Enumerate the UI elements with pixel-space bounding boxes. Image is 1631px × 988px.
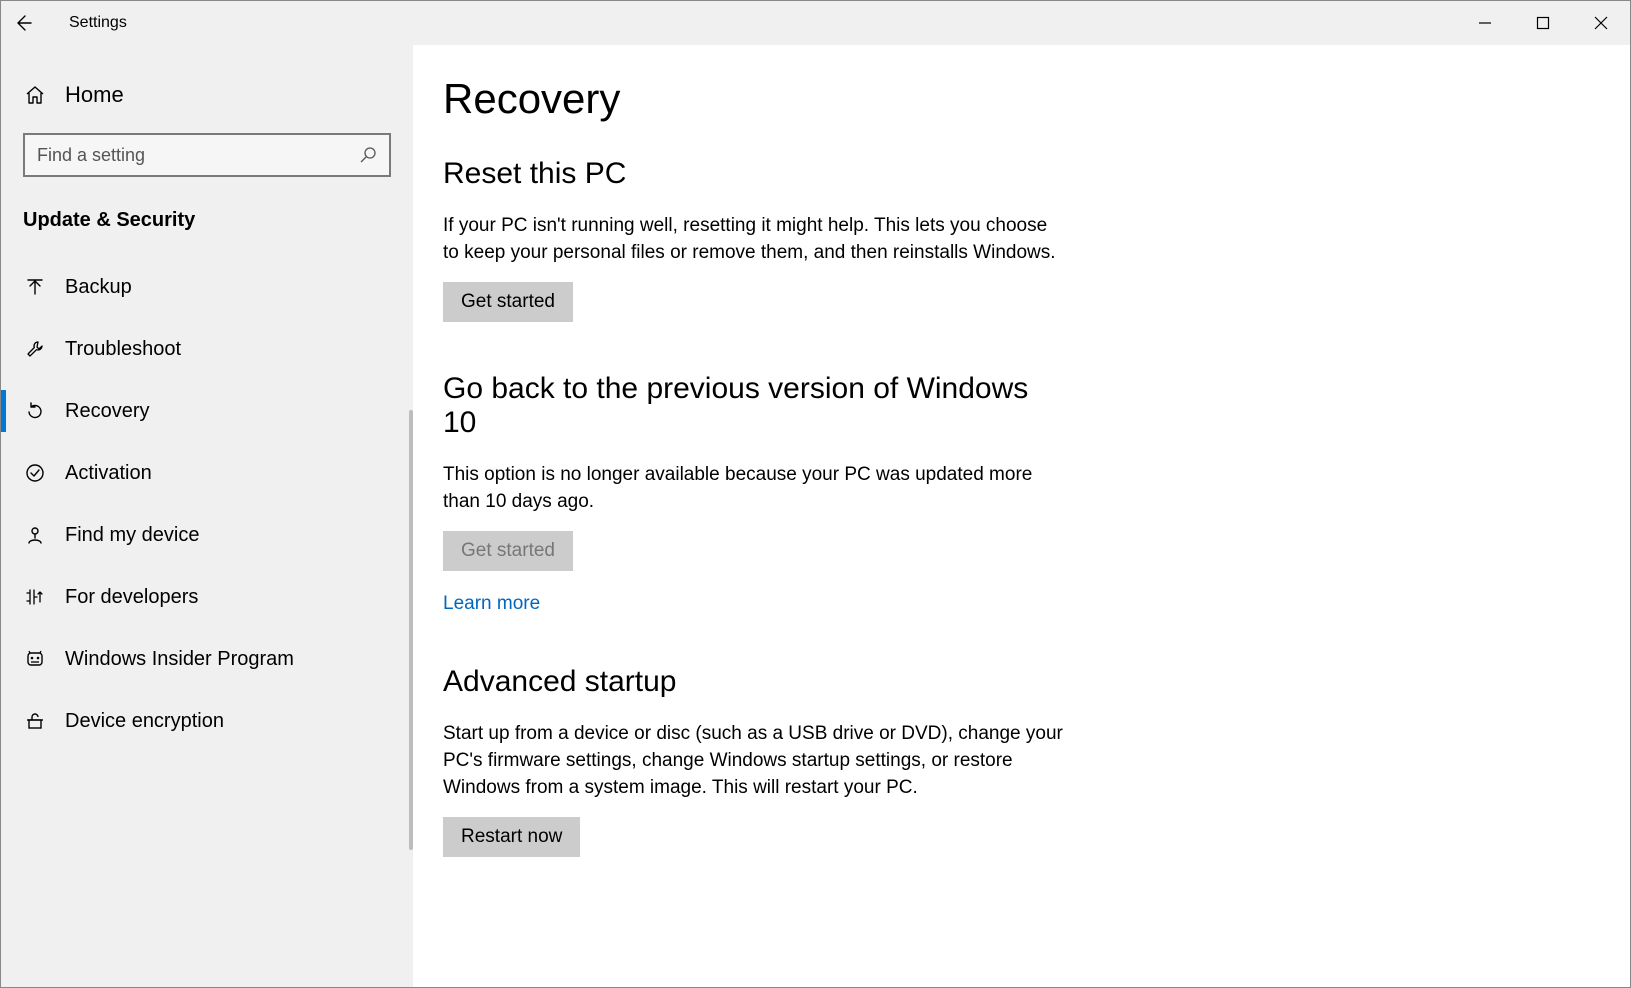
- sidebar-item-windows-insider[interactable]: Windows Insider Program: [1, 628, 413, 690]
- sidebar-item-label: Windows Insider Program: [65, 648, 294, 671]
- page-title: Recovery: [443, 75, 1590, 123]
- window-title: Settings: [69, 14, 127, 32]
- goback-get-started-button: Get started: [443, 531, 573, 571]
- home-icon: [23, 84, 47, 106]
- main-content: Recovery Reset this PC If your PC isn't …: [413, 45, 1630, 987]
- sidebar: Home Update & Security Backup: [1, 45, 413, 987]
- sidebar-item-find-my-device[interactable]: Find my device: [1, 504, 413, 566]
- learn-more-link[interactable]: Learn more: [443, 593, 540, 615]
- close-icon: [1594, 16, 1608, 30]
- sidebar-item-label: Activation: [65, 462, 152, 485]
- sidebar-item-label: Troubleshoot: [65, 338, 181, 361]
- sidebar-item-troubleshoot[interactable]: Troubleshoot: [1, 318, 413, 380]
- sidebar-item-label: Device encryption: [65, 710, 224, 733]
- arrow-left-icon: [13, 13, 33, 33]
- back-button[interactable]: [1, 1, 45, 45]
- section-go-back: Go back to the previous version of Windo…: [443, 372, 1063, 615]
- section-body: This option is no longer available becau…: [443, 462, 1063, 515]
- sidebar-item-recovery[interactable]: Recovery: [1, 380, 413, 442]
- recovery-icon: [23, 400, 47, 422]
- sidebar-item-home[interactable]: Home: [1, 67, 413, 123]
- sidebar-nav: Backup Troubleshoot Recovery Activation: [1, 256, 413, 752]
- minimize-icon: [1478, 16, 1492, 30]
- close-button[interactable]: [1572, 1, 1630, 45]
- section-body: Start up from a device or disc (such as …: [443, 721, 1063, 801]
- sidebar-item-device-encryption[interactable]: Device encryption: [1, 690, 413, 752]
- search-icon: [359, 146, 377, 164]
- sidebar-item-for-developers[interactable]: For developers: [1, 566, 413, 628]
- restart-now-button[interactable]: Restart now: [443, 817, 580, 857]
- sidebar-item-activation[interactable]: Activation: [1, 442, 413, 504]
- check-circle-icon: [23, 462, 47, 484]
- section-heading: Advanced startup: [443, 665, 1063, 699]
- maximize-icon: [1536, 16, 1550, 30]
- section-heading: Reset this PC: [443, 157, 1063, 191]
- sidebar-item-label: For developers: [65, 586, 198, 609]
- sidebar-item-label: Recovery: [65, 400, 149, 423]
- section-body: If your PC isn't running well, resetting…: [443, 213, 1063, 266]
- section-heading: Go back to the previous version of Windo…: [443, 372, 1063, 440]
- search-input[interactable]: [23, 133, 391, 177]
- sidebar-item-label: Backup: [65, 276, 132, 299]
- sidebar-item-label: Home: [65, 82, 124, 108]
- section-advanced-startup: Advanced startup Start up from a device …: [443, 665, 1063, 857]
- developers-icon: [23, 586, 47, 608]
- reset-get-started-button[interactable]: Get started: [443, 282, 573, 322]
- minimize-button[interactable]: [1456, 1, 1514, 45]
- insider-icon: [23, 648, 47, 670]
- backup-icon: [23, 276, 47, 298]
- section-reset-pc: Reset this PC If your PC isn't running w…: [443, 157, 1063, 322]
- sidebar-category: Update & Security: [1, 201, 413, 256]
- window-controls: [1456, 1, 1630, 45]
- find-device-icon: [23, 524, 47, 546]
- sidebar-item-backup[interactable]: Backup: [1, 256, 413, 318]
- lock-icon: [23, 710, 47, 732]
- search-field[interactable]: [37, 145, 351, 166]
- title-bar: Settings: [1, 1, 1630, 45]
- maximize-button[interactable]: [1514, 1, 1572, 45]
- sidebar-item-label: Find my device: [65, 524, 200, 547]
- wrench-icon: [23, 338, 47, 360]
